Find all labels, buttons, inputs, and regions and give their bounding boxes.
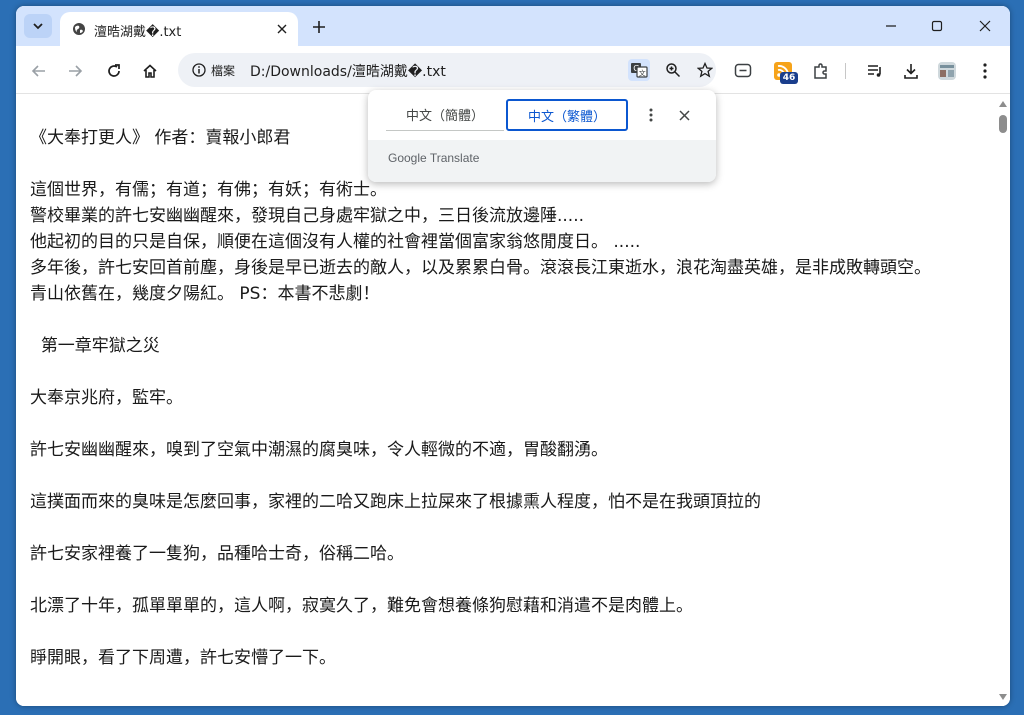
url-text[interactable]: D:/Downloads/澶晧湖戴�.txt	[250, 61, 446, 81]
minimize-button[interactable]	[880, 16, 902, 36]
tab-title: 澶晧湖戴�.txt	[94, 25, 182, 40]
translate-close-button[interactable]	[674, 105, 694, 125]
text-line: 第一章牢獄之災	[30, 336, 160, 356]
language-tab-traditional[interactable]: 中文（繁體）	[506, 99, 628, 131]
back-button[interactable]	[28, 60, 50, 82]
star-icon	[697, 62, 713, 78]
document-text: 《大奉打更人》 作者：賣報小郎君 這個世界，有儒；有道；有佛；有妖；有術士。 警校畢…	[30, 125, 990, 671]
page-content: 《大奉打更人》 作者：賣報小郎君 這個世界，有儒；有道；有佛；有妖；有術士。 警校畢…	[16, 95, 1010, 706]
translate-popup-footer: Google Translate	[368, 140, 716, 182]
text-line: 許七安家裡養了一隻狗，品種哈士奇，俗稱二哈。	[30, 544, 404, 564]
google-translate-label: Google Translate	[388, 151, 480, 165]
download-icon	[904, 64, 918, 79]
avatar-icon	[938, 62, 956, 80]
text-line: 多年後，許七安回首前塵，身後是早已逝去的敵人，以及累累白骨。滾滾長江東逝水，浪花…	[30, 258, 931, 278]
arrow-right-icon	[69, 65, 83, 77]
info-icon	[192, 63, 206, 77]
extensions-button[interactable]	[810, 60, 832, 82]
home-button[interactable]	[139, 60, 161, 82]
profile-button[interactable]	[936, 60, 958, 82]
close-icon	[277, 24, 287, 34]
extension-badge: 46	[780, 72, 798, 84]
reload-button[interactable]	[103, 60, 125, 82]
tab-strip: 澶晧湖戴�.txt	[16, 6, 1010, 46]
address-bar[interactable]: 檔案 D:/Downloads/澶晧湖戴�.txt G文	[178, 53, 716, 87]
zoom-button[interactable]	[662, 59, 684, 81]
chat-icon	[734, 63, 752, 78]
scroll-down-button[interactable]	[998, 692, 1008, 702]
zoom-in-icon	[666, 63, 681, 78]
plus-icon	[313, 21, 325, 33]
toolbar: 檔案 D:/Downloads/澶晧湖戴�.txt G文 46	[16, 46, 1010, 94]
maximize-icon	[931, 20, 943, 32]
tab-search-button[interactable]	[24, 14, 52, 38]
close-icon	[979, 20, 991, 32]
downloads-button[interactable]	[900, 60, 922, 82]
translate-options-button[interactable]	[642, 105, 660, 125]
triangle-down-icon	[999, 694, 1007, 700]
puzzle-icon	[814, 63, 827, 79]
text-line: 警校畢業的許七安幽幽醒來，發現自己身處牢獄之中，三日後流放邊陲.....	[30, 206, 585, 226]
text-line: 這撲面而來的臭味是怎麼回事，家裡的二哈又跑床上拉屎來了根據熏人程度，怕不是在我頭…	[30, 492, 761, 512]
scroll-up-button[interactable]	[998, 99, 1008, 109]
svg-text:文: 文	[639, 69, 646, 78]
more-vert-icon	[983, 63, 987, 79]
bookmark-button[interactable]	[694, 59, 716, 81]
language-tab-simplified[interactable]: 中文（簡體）	[386, 99, 504, 131]
globe-icon	[73, 23, 85, 35]
scrollbar-thumb[interactable]	[999, 115, 1007, 133]
tab-active[interactable]: 澶晧湖戴�.txt	[60, 12, 298, 46]
close-window-button[interactable]	[974, 16, 996, 36]
toolbar-divider	[845, 63, 846, 79]
more-vert-icon	[649, 108, 653, 122]
new-tab-button[interactable]	[308, 16, 330, 38]
translate-popup: 中文（簡體） 中文（繁體） Google Translate	[368, 90, 716, 182]
playlist-icon	[868, 65, 881, 77]
tab-close-button[interactable]	[274, 21, 290, 37]
translate-icon: G文	[631, 63, 648, 78]
text-line: 大奉京兆府，監牢。	[30, 388, 183, 408]
menu-button[interactable]	[974, 60, 996, 82]
triangle-up-icon	[999, 101, 1007, 107]
text-line: 他起初的目的只是自保，順便在這個沒有人權的社會裡當個富家翁悠閒度日。 .....	[30, 232, 641, 252]
site-chip-label: 檔案	[211, 63, 236, 78]
text-line: 青山依舊在，幾度夕陽紅。 PS：本書不悲劇！	[30, 284, 380, 304]
home-icon	[143, 64, 157, 78]
vertical-scrollbar[interactable]	[996, 95, 1010, 706]
reload-icon	[108, 64, 120, 77]
forward-button[interactable]	[64, 60, 86, 82]
text-line: 許七安幽幽醒來，嗅到了空氣中潮濕的腐臭味，令人輕微的不適，胃酸翻湧。	[30, 440, 608, 460]
maximize-button[interactable]	[926, 16, 948, 36]
arrow-left-icon	[31, 65, 45, 77]
text-line: 睜開眼，看了下周遭，許七安懵了一下。	[30, 648, 336, 668]
text-line: 北漂了十年，孤單單單的，這人啊，寂寞久了，難免會想養條狗慰藉和消遣不是肉體上。	[30, 596, 693, 616]
close-icon	[678, 109, 690, 121]
reading-list-button[interactable]	[864, 60, 886, 82]
site-info-chip[interactable]: 檔案	[184, 57, 240, 83]
browser-window: 澶晧湖戴�.txt 檔案 D:/Downloads/澶晧湖戴�.txt G 文 …	[16, 6, 1010, 706]
minimize-icon	[886, 25, 896, 27]
extension-rss-button[interactable]: 46	[768, 60, 798, 84]
chevron-down-icon	[33, 23, 43, 30]
translate-button[interactable]: G文	[628, 59, 650, 81]
extension-chat-button[interactable]	[732, 60, 754, 82]
